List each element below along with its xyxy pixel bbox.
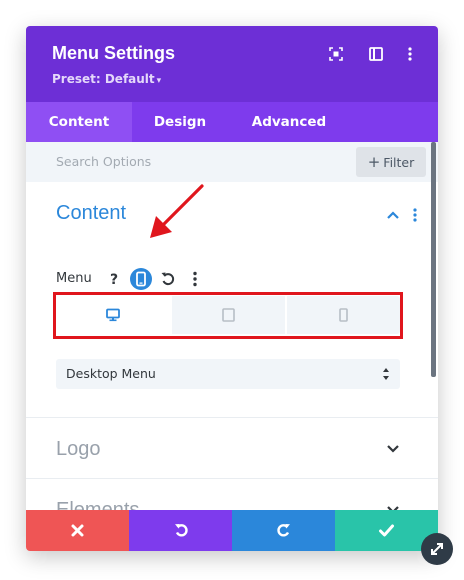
resize-handle[interactable] <box>421 533 453 565</box>
plus-icon: + <box>367 153 381 171</box>
redo-button[interactable] <box>232 510 335 551</box>
undo-icon <box>175 524 188 537</box>
reset-icon[interactable] <box>157 268 179 290</box>
help-icon[interactable]: ? <box>103 268 125 290</box>
tab-advanced[interactable]: Advanced <box>228 102 350 142</box>
select-arrows-icon <box>383 368 389 380</box>
checkmark-icon <box>379 524 394 537</box>
section-title-content[interactable]: Content <box>56 202 126 225</box>
modal-footer <box>26 510 438 551</box>
screenshot-icon[interactable] <box>328 46 344 62</box>
scrollbar[interactable] <box>431 142 436 377</box>
section-divider <box>26 478 438 479</box>
preset-selector[interactable]: Preset: Default ▾ <box>52 72 161 86</box>
menu-select-value: Desktop Menu <box>66 366 156 381</box>
chevron-up-icon[interactable] <box>386 210 400 220</box>
preset-label: Preset: Default <box>52 72 155 86</box>
close-icon <box>71 524 84 537</box>
undo-button[interactable] <box>129 510 232 551</box>
section-title-logo[interactable]: Logo <box>56 438 101 461</box>
settings-tabs: Content Design Advanced <box>26 102 438 142</box>
modal-header: Menu Settings Preset: Default ▾ <box>26 26 438 102</box>
redo-icon <box>277 524 290 537</box>
menu-settings-modal: Menu Settings Preset: Default ▾ Content D… <box>26 26 438 551</box>
section-divider <box>26 417 438 418</box>
menu-field-label: Menu <box>56 271 92 286</box>
close-button[interactable] <box>26 510 129 551</box>
more-icon[interactable] <box>184 268 206 290</box>
tab-design[interactable]: Design <box>132 102 228 142</box>
kebab-menu-icon[interactable] <box>402 46 418 62</box>
search-bar: Search Options + Filter <box>26 142 438 182</box>
responsive-phone-icon[interactable] <box>130 268 152 290</box>
modal-title: Menu Settings <box>52 43 176 63</box>
menu-select[interactable]: Desktop Menu <box>56 359 400 389</box>
svg-text:?: ? <box>110 272 118 288</box>
tab-content[interactable]: Content <box>26 102 132 142</box>
annotation-highlight-box <box>53 292 403 339</box>
caret-down-icon: ▾ <box>156 76 162 86</box>
resize-icon <box>431 543 443 555</box>
search-input[interactable]: Search Options <box>56 154 151 169</box>
filter-label: Filter <box>383 155 415 170</box>
section-options-icon[interactable] <box>413 208 417 222</box>
options-panel: Content Menu ? Desktop Menu Logo <box>26 182 438 521</box>
chevron-down-icon[interactable] <box>386 444 400 454</box>
filter-button[interactable]: + Filter <box>356 147 426 177</box>
sidebar-layout-icon[interactable] <box>368 46 384 62</box>
annotation-arrow <box>150 184 204 238</box>
